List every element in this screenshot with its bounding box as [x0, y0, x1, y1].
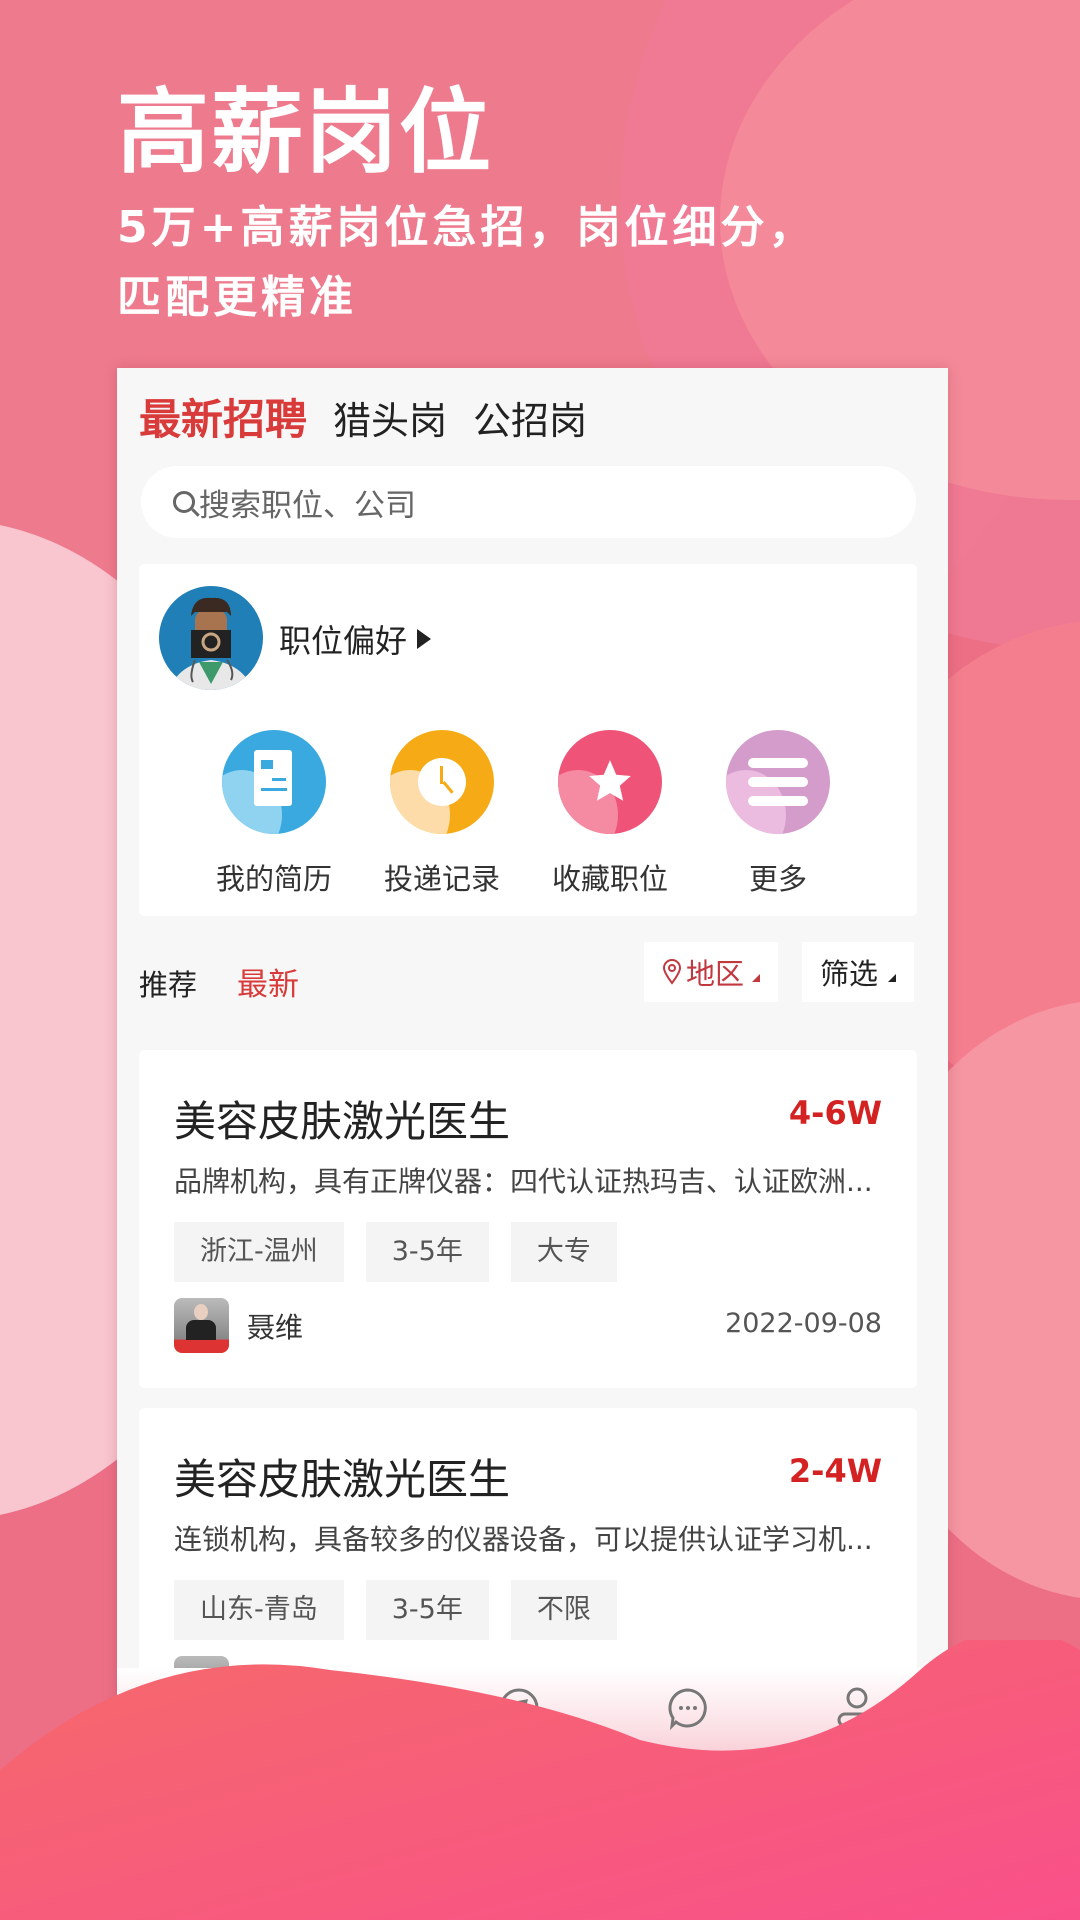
- search-icon: [173, 491, 195, 513]
- search-placeholder: 搜索职位、公司: [199, 487, 416, 524]
- filter-dropdown[interactable]: 筛选: [802, 942, 914, 1002]
- sort-recommend[interactable]: 推荐: [139, 962, 197, 1004]
- job-tags: 山东-青岛 3-5年 不限: [174, 1580, 639, 1640]
- quick-action-label: 更多: [748, 862, 807, 896]
- region-label: 地区: [685, 957, 744, 991]
- recruiter: 聂维: [174, 1298, 303, 1353]
- recruiter-avatar: [174, 1298, 229, 1353]
- quick-action-more[interactable]: 更多: [703, 730, 853, 898]
- menu-icon: [726, 730, 830, 834]
- star-icon: [558, 730, 662, 834]
- promo-headline: 高薪岗位: [117, 79, 494, 186]
- sort-latest[interactable]: 最新: [237, 959, 299, 1004]
- job-title: 美容皮肤激光医生: [174, 1455, 511, 1504]
- job-tags: 浙江-温州 3-5年 大专: [174, 1222, 639, 1282]
- recruiter-name: 聂维: [247, 1310, 304, 1344]
- job-card[interactable]: 美容皮肤激光医生 4-6W 品牌机构，具有正牌仪器：四代认证热玛吉、认证欧洲..…: [139, 1050, 917, 1388]
- tag-education: 不限: [510, 1580, 617, 1640]
- filter-label: 筛选: [819, 957, 878, 991]
- tab-headhunter-jobs[interactable]: 猎头岗: [333, 390, 447, 445]
- app-screen: 最新招聘 猎头岗 公招岗 搜索职位、公司 职位偏好 我的简历 投递记录 收藏职位…: [117, 368, 948, 1768]
- quick-action-label: 投递记录: [383, 862, 500, 896]
- promo-subline-2: 匹配更精准: [117, 272, 357, 323]
- job-description: 连锁机构，具备较多的仪器设备，可以提供认证学习机...: [174, 1523, 873, 1556]
- tag-experience: 3-5年: [365, 1580, 489, 1640]
- tab-latest-jobs[interactable]: 最新招聘: [139, 386, 307, 447]
- caret-icon: [752, 974, 760, 982]
- job-salary: 4-6W: [788, 1094, 882, 1132]
- doctor-avatar[interactable]: [159, 586, 263, 690]
- decorative-wave: [0, 1640, 1080, 1920]
- caret-icon: [888, 974, 896, 982]
- tab-public-jobs[interactable]: 公招岗: [473, 390, 587, 445]
- job-preference-link[interactable]: 职位偏好: [279, 616, 432, 662]
- job-salary: 2-4W: [788, 1452, 882, 1490]
- tag-experience: 3-5年: [365, 1222, 489, 1282]
- quick-action-applications[interactable]: 投递记录: [367, 730, 517, 898]
- triangle-right-icon: [417, 629, 432, 649]
- clock-icon: [390, 730, 494, 834]
- region-dropdown[interactable]: 地区: [644, 942, 778, 1002]
- quick-action-favorites[interactable]: 收藏职位: [535, 730, 685, 898]
- job-date: 2022-09-08: [725, 1308, 882, 1339]
- quick-action-resume[interactable]: 我的简历: [199, 730, 349, 898]
- search-input[interactable]: 搜索职位、公司: [141, 466, 916, 538]
- quick-action-label: 收藏职位: [551, 862, 668, 896]
- profile-panel: 职位偏好 我的简历 投递记录 收藏职位 更多: [139, 564, 917, 916]
- tag-location: 山东-青岛: [174, 1580, 344, 1640]
- tag-location: 浙江-温州: [174, 1222, 344, 1282]
- job-title: 美容皮肤激光医生: [174, 1097, 511, 1146]
- tag-education: 大专: [510, 1222, 617, 1282]
- promo-subline-1: 5万+高薪岗位急招，岗位细分，: [117, 202, 817, 253]
- location-pin-icon: [662, 959, 681, 985]
- filter-bar: 推荐 最新 地区 筛选: [117, 942, 948, 1012]
- job-preference-label: 职位偏好: [279, 622, 408, 660]
- category-tabs: 最新招聘 猎头岗 公招岗: [139, 386, 613, 447]
- job-description: 品牌机构，具有正牌仪器：四代认证热玛吉、认证欧洲...: [174, 1165, 873, 1198]
- resume-icon: [222, 730, 326, 834]
- quick-action-label: 我的简历: [215, 862, 332, 896]
